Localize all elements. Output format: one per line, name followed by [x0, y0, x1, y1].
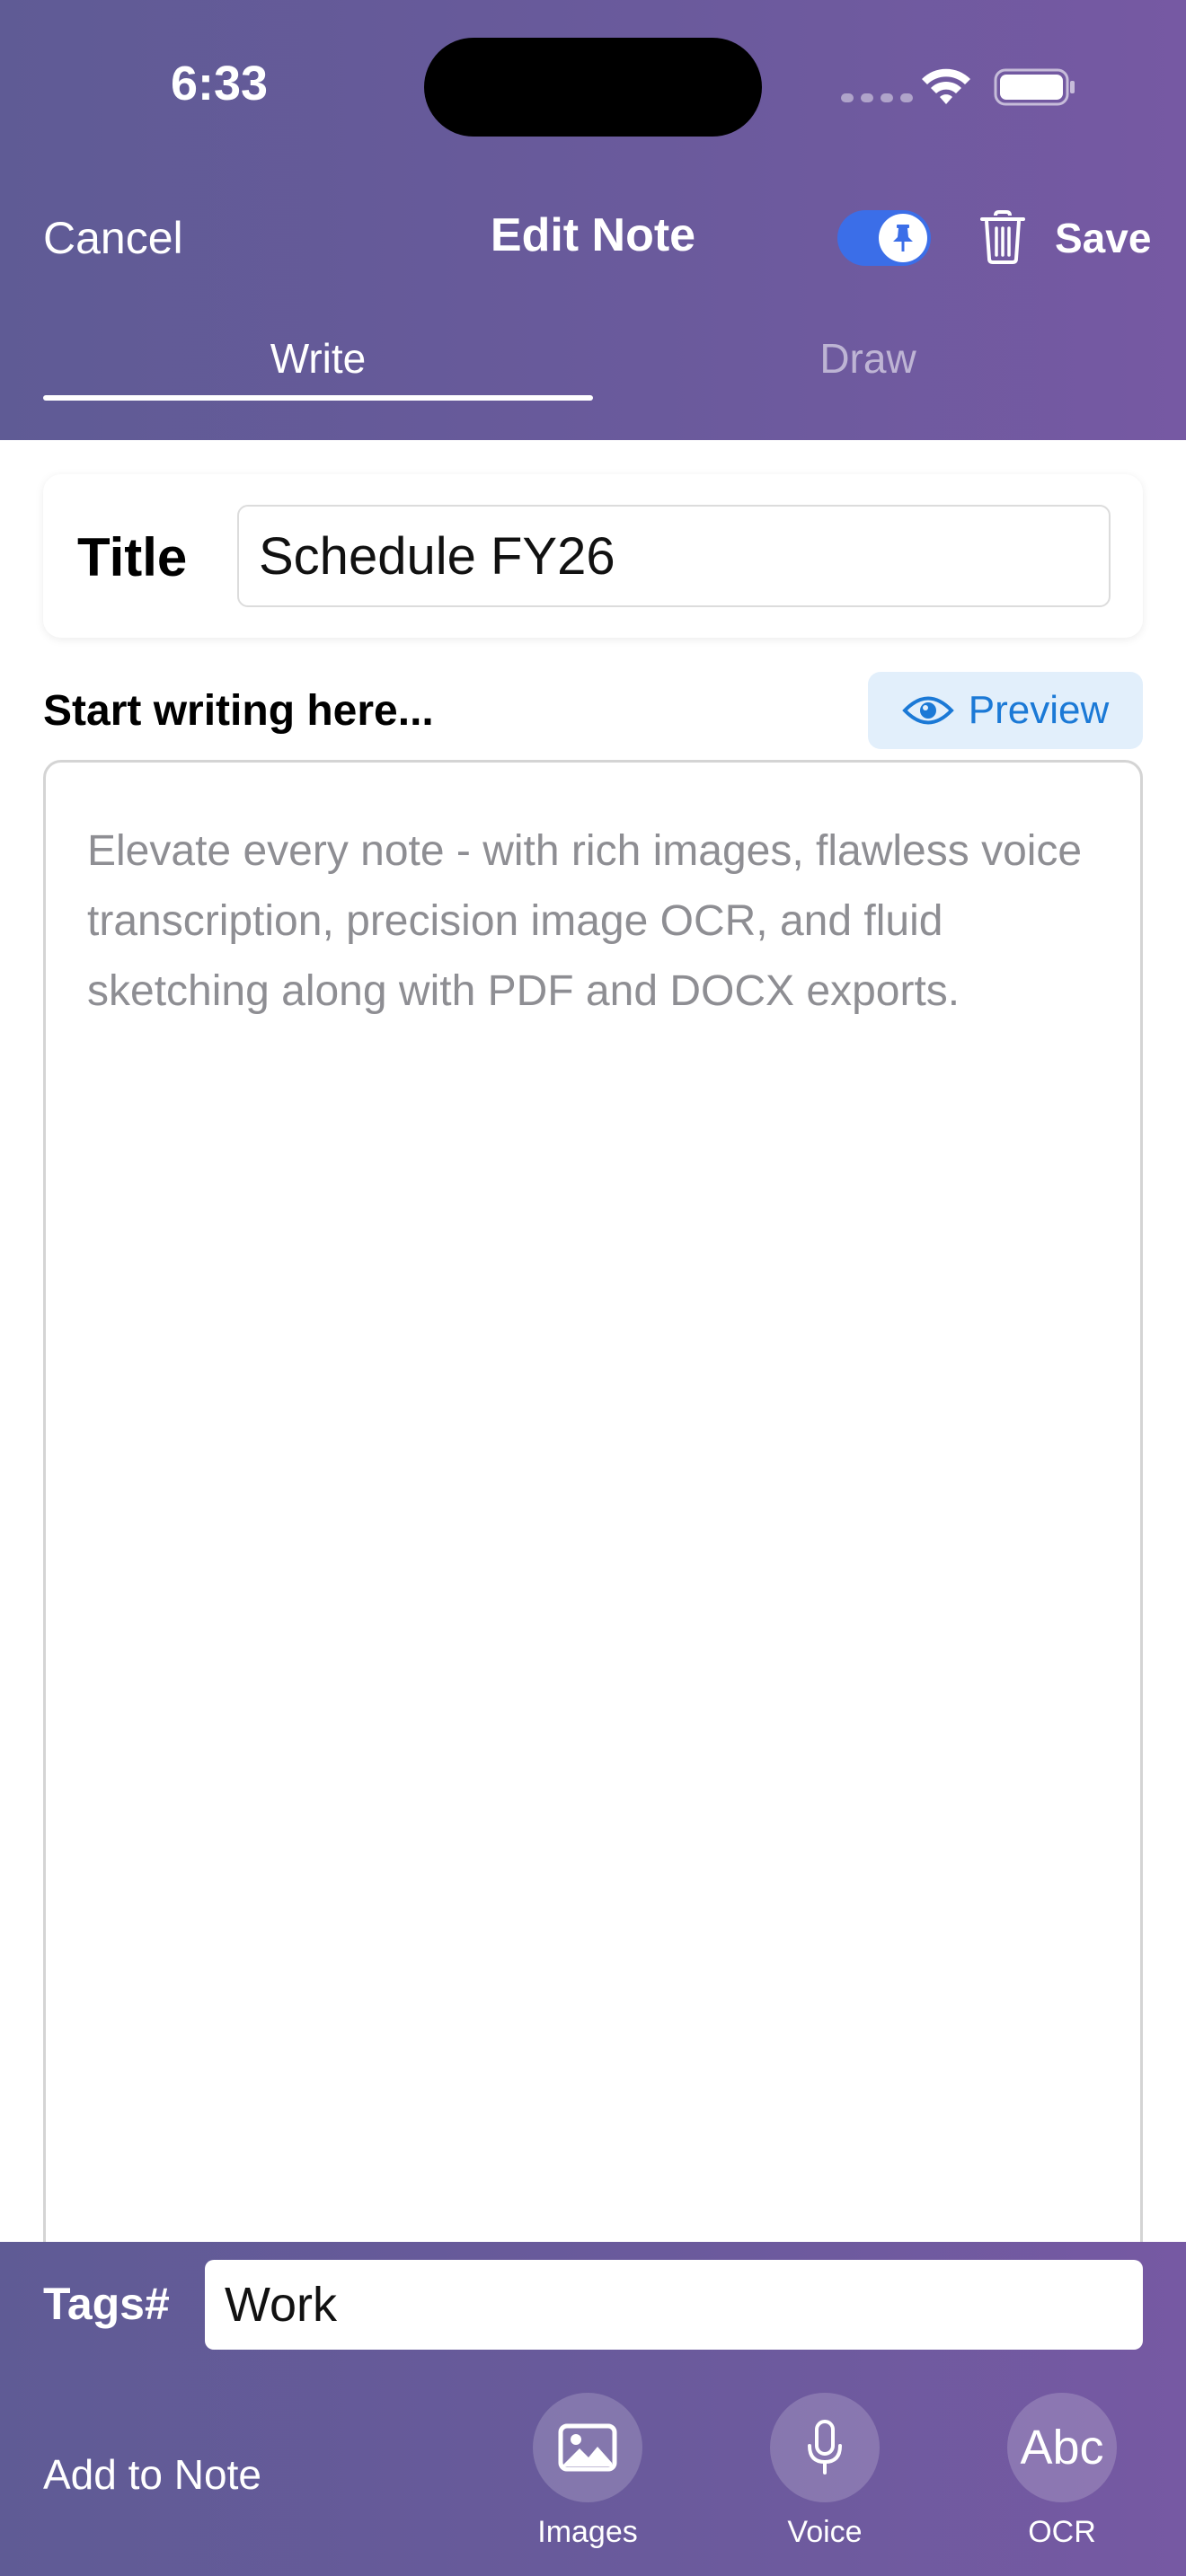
tags-input[interactable]	[205, 2260, 1143, 2350]
preview-button[interactable]: Preview	[868, 672, 1143, 749]
header: 6:33 Cancel Edit Note Save Write Draw	[0, 0, 1186, 440]
tags-label: Tags#	[43, 2279, 170, 2329]
title-card: Title	[43, 474, 1143, 638]
add-to-note-label: Add to Note	[43, 2451, 261, 2498]
image-icon	[533, 2393, 642, 2502]
preview-label: Preview	[968, 688, 1110, 732]
pin-icon	[879, 214, 927, 262]
bottom-bar: Tags# Add to Note Images Voice Abc OCR	[0, 2242, 1186, 2576]
voice-tool-button[interactable]: Voice	[769, 2393, 881, 2550]
signal-dots-icon	[841, 93, 913, 102]
title-input[interactable]	[237, 505, 1111, 607]
eye-icon	[901, 696, 954, 725]
images-tool-button[interactable]: Images	[532, 2393, 643, 2550]
status-time: 6:33	[171, 57, 269, 110]
title-label: Title	[77, 527, 188, 587]
microphone-icon	[770, 2393, 880, 2502]
tab-write[interactable]: Write	[43, 334, 593, 383]
page-title: Edit Note	[490, 209, 696, 261]
pin-toggle[interactable]	[837, 210, 931, 266]
wifi-icon	[922, 68, 970, 104]
editor-placeholder: Elevate every note - with rich images, f…	[87, 827, 1083, 1015]
tab-draw[interactable]: Draw	[593, 334, 1143, 383]
ocr-label: OCR	[1028, 2515, 1096, 2549]
dynamic-island	[424, 38, 762, 137]
ocr-glyph: Abc	[1020, 2421, 1104, 2475]
ocr-icon: Abc	[1007, 2393, 1117, 2502]
active-tab-indicator	[43, 395, 593, 401]
images-label: Images	[537, 2515, 638, 2549]
editor-prompt: Start writing here...	[43, 687, 434, 735]
battery-icon	[994, 68, 1075, 106]
save-button[interactable]: Save	[1055, 214, 1151, 262]
trash-icon[interactable]	[979, 210, 1026, 264]
voice-label: Voice	[787, 2515, 863, 2549]
ocr-tool-button[interactable]: Abc OCR	[1006, 2393, 1118, 2550]
cancel-button[interactable]: Cancel	[43, 212, 183, 264]
